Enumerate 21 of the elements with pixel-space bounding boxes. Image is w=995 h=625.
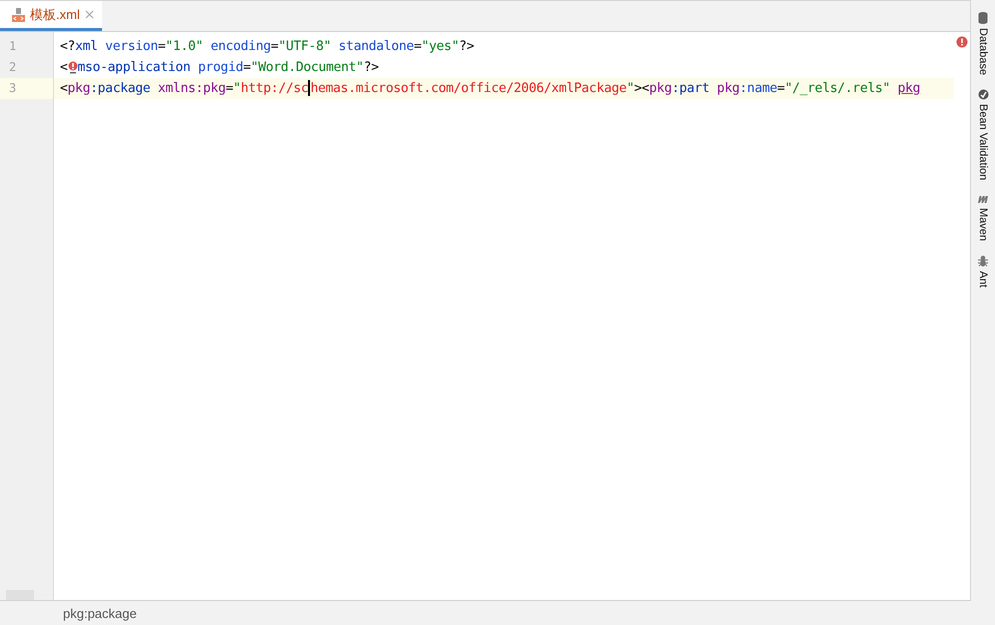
file-tab[interactable]: 模板.xml: [0, 1, 102, 31]
line-number: 3: [0, 78, 53, 99]
line-number: 2: [8, 59, 18, 76]
tool-window-button[interactable]: Ant: [977, 255, 989, 288]
tool-window-button[interactable]: Database: [977, 12, 989, 76]
ant-icon: [977, 255, 989, 268]
bean-icon: [978, 89, 988, 100]
line-number: 1: [8, 38, 18, 55]
tool-window-button[interactable]: Maven: [977, 194, 989, 242]
scrollbar-thumb[interactable]: [6, 590, 34, 600]
code-line: <?xml version="1.0" encoding="UTF-8" standalone="yes"?>: [59, 38, 476, 56]
close-icon[interactable]: [84, 10, 94, 19]
maven-icon: [977, 194, 989, 204]
breadcrumb[interactable]: pkg:package: [63, 606, 137, 620]
xml-file-icon: [12, 8, 25, 22]
tab-label: 模板.xml: [30, 6, 80, 24]
tool-window-button[interactable]: Bean Validation: [977, 89, 989, 180]
database-icon: [978, 12, 988, 24]
code-line: < mso-application progid="Word.Document"?>: [59, 59, 380, 77]
error-icon[interactable]: [956, 36, 968, 48]
text-cursor: [308, 80, 310, 96]
